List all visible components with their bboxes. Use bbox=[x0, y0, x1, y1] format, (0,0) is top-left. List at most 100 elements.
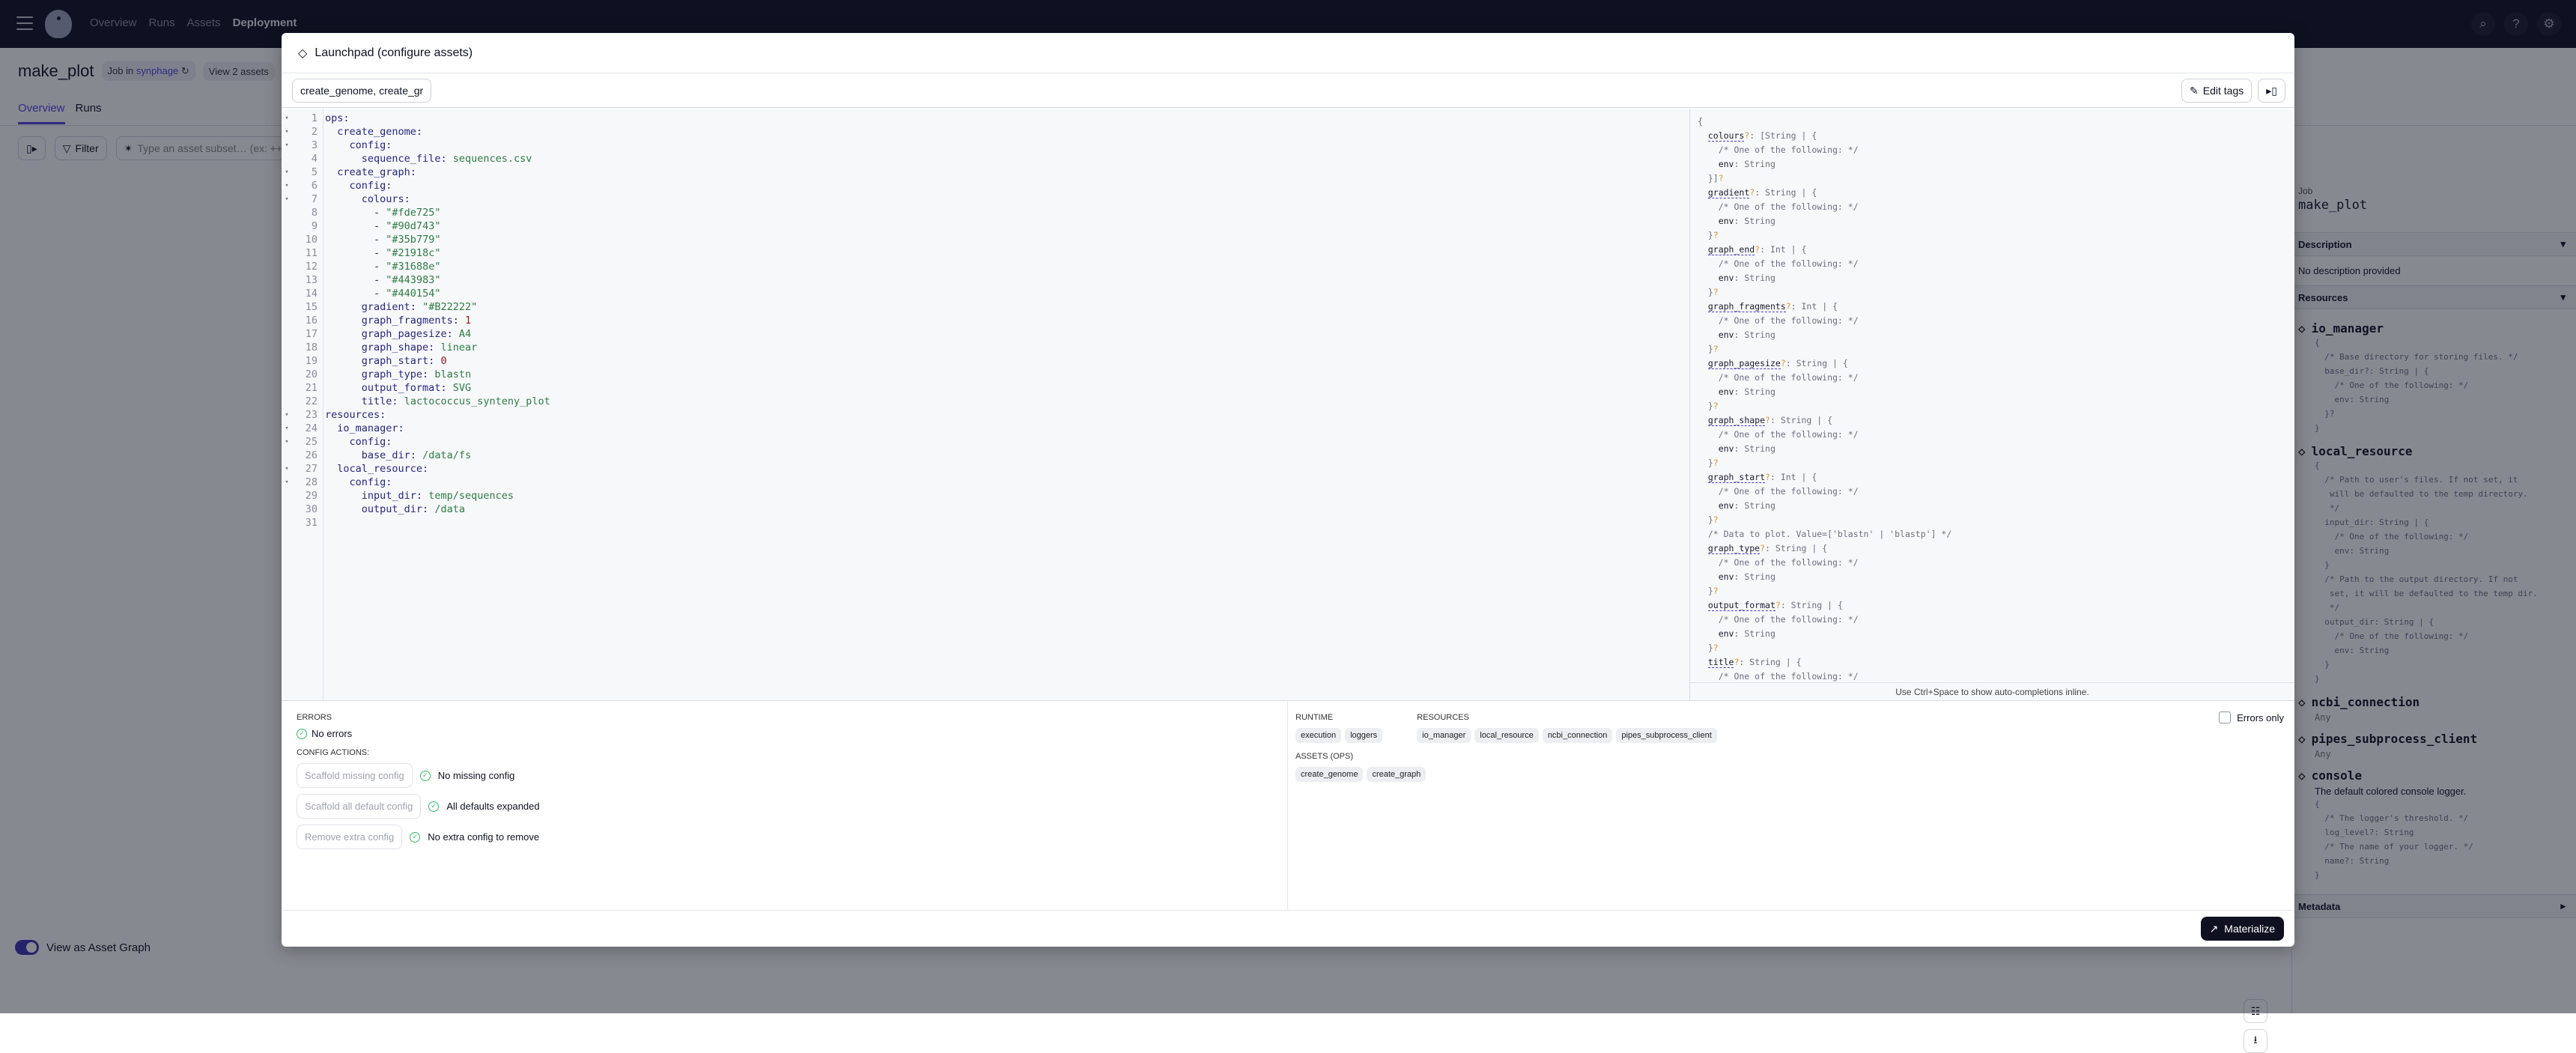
line-code: graph_type: blastn bbox=[361, 368, 472, 380]
line-code: input_dir: temp/sequences bbox=[361, 490, 514, 502]
line-code: create_genome: bbox=[337, 126, 423, 138]
fold-arrow-icon[interactable]: ▾ bbox=[282, 125, 292, 139]
editor-line[interactable]: 10 - "#35b779" bbox=[282, 233, 550, 246]
scaffold-default-config-button[interactable]: Scaffold all default config bbox=[297, 794, 422, 819]
materialize-label: Materialize bbox=[2224, 923, 2275, 935]
fold-arrow-icon[interactable]: ▾ bbox=[282, 435, 292, 449]
line-code: config: bbox=[349, 139, 392, 151]
editor-line[interactable]: 8 - "#fde725" bbox=[282, 206, 550, 219]
resource-tag-pipes-subprocess-client[interactable]: pipes_subprocess_client bbox=[1616, 728, 1717, 743]
session-tab-input[interactable]: create_genome, create_gr bbox=[292, 78, 431, 103]
line-number: 5 bbox=[311, 166, 318, 178]
editor-line[interactable]: ▾ 28 config: bbox=[282, 476, 550, 489]
editor-line[interactable]: ▾ 6 config: bbox=[282, 179, 550, 192]
fold-arrow-icon[interactable]: ▾ bbox=[282, 476, 292, 489]
fold-arrow-icon[interactable]: ▾ bbox=[282, 462, 292, 476]
editor-line[interactable]: 13 - "#443983" bbox=[282, 273, 550, 287]
editor-line[interactable]: 12 - "#31688e" bbox=[282, 260, 550, 273]
scaffold-missing-config-button[interactable]: Scaffold missing config bbox=[297, 763, 413, 788]
runtime-header: RUNTIME bbox=[1295, 713, 1334, 722]
line-number: 3 bbox=[311, 139, 318, 151]
line-code: output_format: SVG bbox=[361, 382, 472, 394]
fold-arrow-icon[interactable]: ▾ bbox=[282, 192, 292, 206]
no-errors-text: No errors bbox=[312, 728, 353, 739]
editor-line[interactable]: 15 gradient: "#B22222" bbox=[282, 300, 550, 314]
panel-toggle-icon: ▸▯ bbox=[2266, 84, 2277, 97]
editor-line[interactable]: ▾ 25 config: bbox=[282, 435, 550, 449]
editor-line[interactable]: 31 bbox=[282, 516, 550, 529]
yaml-config-editor[interactable]: ▾ 1 ops: ▾ 2 create_genome: ▾ 3 config: 4 seque… bbox=[282, 109, 1689, 700]
runtime-tag-loggers[interactable]: loggers bbox=[1345, 728, 1383, 743]
editor-line[interactable]: 21 output_format: SVG bbox=[282, 381, 550, 395]
checkbox[interactable] bbox=[2219, 711, 2232, 723]
editor-line[interactable]: 20 graph_type: blastn bbox=[282, 368, 550, 381]
line-code: graph_start: 0 bbox=[361, 355, 447, 367]
modal-title: Launchpad (configure assets) bbox=[315, 46, 473, 59]
editor-line[interactable]: 9 - "#90d743" bbox=[282, 219, 550, 233]
fold-arrow-icon[interactable]: ▾ bbox=[282, 408, 292, 422]
fold-arrow-icon[interactable]: ▾ bbox=[282, 422, 292, 435]
asset-tag-create-genome[interactable]: create_genome bbox=[1295, 767, 1364, 782]
config-status-panel: ERRORS ✓ No errors CONFIG ACTIONS: Scaffo… bbox=[282, 700, 2294, 910]
resource-tag-local-resource[interactable]: local_resource bbox=[1474, 728, 1539, 743]
editor-line[interactable]: ▾ 1 ops: bbox=[282, 112, 550, 125]
line-number: 29 bbox=[305, 490, 318, 502]
resource-tag-ncbi-connection[interactable]: ncbi_connection bbox=[1542, 728, 1613, 743]
fold-arrow-icon[interactable]: ▾ bbox=[282, 166, 292, 179]
line-number: 21 bbox=[305, 382, 318, 394]
runtime-tag-execution[interactable]: execution bbox=[1295, 728, 1342, 743]
editor-line[interactable]: 16 graph_fragments: 1 bbox=[282, 314, 550, 327]
editor-line[interactable]: 26 base_dir: /data/fs bbox=[282, 449, 550, 462]
action-status: No extra config to remove bbox=[428, 831, 540, 843]
editor-line[interactable]: 29 input_dir: temp/sequences bbox=[282, 489, 550, 503]
materialize-button[interactable]: ↗ Materialize bbox=[2200, 917, 2284, 941]
line-number: 26 bbox=[305, 449, 318, 461]
editor-line[interactable]: 30 output_dir: /data bbox=[282, 503, 550, 516]
editor-line[interactable]: 22 title: lactococcus_synteny_plot bbox=[282, 395, 550, 408]
line-number: 17 bbox=[305, 328, 318, 340]
line-code: output_dir: /data bbox=[361, 503, 465, 515]
check-circle-icon: ✓ bbox=[410, 831, 421, 843]
line-code: resources: bbox=[325, 409, 386, 421]
line-number: 9 bbox=[311, 220, 318, 232]
asset-tag-create-graph[interactable]: create_graph bbox=[1367, 767, 1427, 782]
edit-tags-button[interactable]: ✎ Edit tags bbox=[2181, 79, 2253, 103]
toggle-schema-panel-button[interactable]: ▸▯ bbox=[2258, 79, 2285, 103]
errors-only-checkbox[interactable]: Errors only bbox=[2219, 711, 2284, 723]
editor-line[interactable]: 19 graph_start: 0 bbox=[282, 354, 550, 368]
line-code: - "#443983" bbox=[374, 274, 441, 286]
line-code: base_dir: /data/fs bbox=[361, 449, 472, 461]
fold-arrow-icon[interactable]: ▾ bbox=[282, 112, 292, 125]
fold-arrow-icon[interactable]: ▾ bbox=[282, 139, 292, 152]
editor-line[interactable]: ▾ 5 create_graph: bbox=[282, 166, 550, 179]
editor-line[interactable]: 18 graph_shape: linear bbox=[282, 341, 550, 354]
line-code: - "#fde725" bbox=[374, 207, 441, 219]
editor-line[interactable]: ▾ 23 resources: bbox=[282, 408, 550, 422]
editor-line[interactable]: ▾ 27 local_resource: bbox=[282, 462, 550, 476]
line-number: 20 bbox=[305, 368, 318, 380]
editor-line[interactable]: 17 graph_pagesize: A4 bbox=[282, 327, 550, 341]
editor-line[interactable]: 14 - "#440154" bbox=[282, 287, 550, 300]
line-number: 16 bbox=[305, 315, 318, 327]
editor-line[interactable]: ▾ 3 config: bbox=[282, 139, 550, 152]
editor-line[interactable]: ▾ 2 create_genome: bbox=[282, 125, 550, 139]
check-circle-icon: ✓ bbox=[297, 728, 307, 739]
editor-line[interactable]: ▾ 7 colours: bbox=[282, 192, 550, 206]
remove-extra-config-button[interactable]: Remove extra config bbox=[297, 825, 403, 849]
modal-header: ◇ Launchpad (configure assets) bbox=[282, 33, 2294, 73]
fold-arrow-icon[interactable]: ▾ bbox=[282, 179, 292, 192]
editor-line[interactable]: ▾ 24 io_manager: bbox=[282, 422, 550, 435]
editor-line[interactable]: 11 - "#21918c" bbox=[282, 246, 550, 260]
editor-line[interactable]: 4 sequence_file: sequences.csv bbox=[282, 152, 550, 166]
line-number: 13 bbox=[305, 274, 318, 286]
line-number: 31 bbox=[305, 517, 318, 529]
download-button[interactable]: ⭳ bbox=[2244, 1029, 2267, 1053]
line-number: 14 bbox=[305, 288, 318, 300]
edit-tags-label: Edit tags bbox=[2202, 85, 2244, 97]
resource-tag-io-manager[interactable]: io_manager bbox=[1417, 728, 1471, 743]
